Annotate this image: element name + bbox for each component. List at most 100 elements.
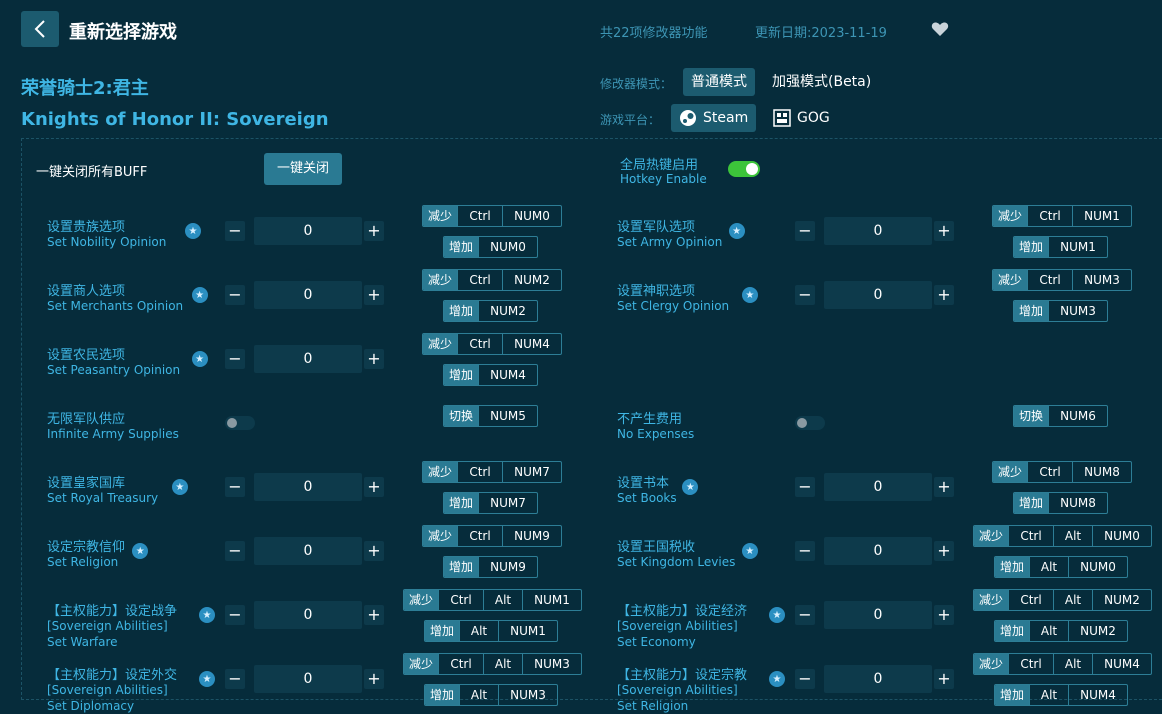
key-cap: NUM1	[1072, 206, 1131, 226]
increase-tag: 增加	[995, 685, 1030, 705]
decrease-button[interactable]: −	[225, 669, 245, 689]
value-field[interactable]: 0	[824, 601, 932, 629]
increase-tag: 增加	[1014, 301, 1049, 321]
item-label-en: Infinite Army Supplies	[47, 427, 179, 441]
decrease-button[interactable]: −	[225, 349, 245, 369]
increase-button[interactable]: +	[364, 605, 384, 625]
toggle-switch[interactable]	[225, 416, 255, 430]
increase-button[interactable]: +	[364, 349, 384, 369]
star-icon[interactable]: ★	[741, 543, 758, 559]
decrease-tag: 减少	[423, 270, 458, 290]
increase-button[interactable]: +	[934, 605, 954, 625]
star-icon[interactable]: ★	[191, 287, 208, 303]
decrease-button[interactable]: −	[225, 541, 245, 561]
key-cap: NUM7	[502, 462, 561, 482]
item-label-en: [Sovereign Abilities] Set Diplomacy	[47, 683, 168, 713]
value-field[interactable]: 0	[254, 601, 362, 629]
normal-mode-button[interactable]: 普通模式	[683, 68, 755, 96]
platform-gog-button[interactable]: GOG	[765, 104, 838, 132]
item-label-cn: 设置贵族选项	[47, 220, 126, 235]
item-label-cn: 设置神职选项	[617, 284, 696, 299]
item-label-en: Set Religion	[47, 555, 119, 569]
value-field[interactable]: 0	[254, 537, 362, 565]
value-field[interactable]: 0	[254, 217, 362, 245]
increase-button[interactable]: +	[934, 285, 954, 305]
increase-button[interactable]: +	[364, 669, 384, 689]
item-label-cn: 【主权能力】设定宗教	[617, 668, 748, 683]
item-label-cn: 【主权能力】设定经济	[617, 604, 748, 619]
decrease-button[interactable]: −	[225, 285, 245, 305]
key-cap: Ctrl	[457, 462, 502, 482]
increase-button[interactable]: +	[934, 477, 954, 497]
enhanced-mode-button[interactable]: 加强模式(Beta)	[764, 68, 879, 96]
decrease-tag: 减少	[993, 462, 1028, 482]
key-cap: Ctrl	[1027, 462, 1072, 482]
star-icon[interactable]: ★	[728, 223, 745, 239]
heart-icon[interactable]	[931, 20, 949, 38]
increase-button[interactable]: +	[364, 541, 384, 561]
hotkey-toggle[interactable]	[728, 161, 760, 177]
decrease-tag: 减少	[993, 206, 1028, 226]
key-cap: Alt	[1029, 621, 1068, 641]
star-icon[interactable]: ★	[171, 479, 188, 495]
key-cap: Alt	[459, 621, 498, 641]
platform-gog-label: GOG	[797, 110, 830, 126]
key-cap: Ctrl	[438, 590, 483, 610]
hotkey-decrease-row: 减少 Ctrl NUM3	[992, 269, 1133, 291]
increase-button[interactable]: +	[934, 669, 954, 689]
star-icon[interactable]: ★	[769, 671, 785, 687]
close-all-button[interactable]: 一键关闭	[264, 153, 342, 185]
increase-button[interactable]: +	[934, 541, 954, 561]
value-field[interactable]: 0	[824, 537, 932, 565]
key-cap: Ctrl	[1008, 654, 1053, 674]
decrease-button[interactable]: −	[795, 541, 815, 561]
value-field[interactable]: 0	[824, 217, 932, 245]
back-button[interactable]	[21, 11, 59, 47]
close-all-label: 一键关闭所有BUFF	[36, 165, 148, 180]
decrease-button[interactable]: −	[795, 477, 815, 497]
star-icon[interactable]: ★	[769, 607, 785, 623]
item-label-cn: 设置皇家国库	[47, 476, 126, 491]
decrease-button[interactable]: −	[795, 285, 815, 305]
hotkey-decrease-row: 减少 Ctrl Alt NUM0	[973, 525, 1153, 547]
star-icon[interactable]: ★	[191, 351, 208, 367]
star-icon[interactable]: ★	[199, 671, 215, 687]
value-field[interactable]: 0	[254, 473, 362, 501]
item-label-cn: 设置书本	[617, 476, 670, 491]
value-field[interactable]: 0	[824, 665, 932, 693]
star-icon[interactable]: ★	[199, 607, 215, 623]
decrease-button[interactable]: −	[225, 477, 245, 497]
platform-steam-button[interactable]: Steam	[671, 104, 757, 132]
value-field[interactable]: 0	[254, 665, 362, 693]
decrease-tag: 减少	[423, 462, 458, 482]
increase-tag: 增加	[444, 365, 479, 385]
key-cap: NUM2	[1092, 590, 1151, 610]
toggle-switch[interactable]	[795, 416, 825, 430]
key-cap: Alt	[1029, 557, 1068, 577]
decrease-button[interactable]: −	[795, 605, 815, 625]
key-cap: NUM3	[522, 654, 581, 674]
key-cap: NUM5	[478, 406, 537, 426]
increase-button[interactable]: +	[364, 221, 384, 241]
hotkey-decrease-row: 减少 Ctrl NUM2	[422, 269, 563, 291]
update-date: 更新日期:2023-11-19	[755, 26, 887, 41]
decrease-tag: 减少	[423, 526, 458, 546]
increase-button[interactable]: +	[364, 285, 384, 305]
value-field[interactable]: 0	[254, 281, 362, 309]
item-label-cn: 【主权能力】设定战争	[47, 604, 178, 619]
platform-steam-label: Steam	[703, 110, 749, 126]
decrease-button[interactable]: −	[225, 605, 245, 625]
key-cap: NUM4	[502, 334, 561, 354]
star-icon[interactable]: ★	[741, 287, 758, 303]
decrease-button[interactable]: −	[795, 669, 815, 689]
value-field[interactable]: 0	[824, 473, 932, 501]
decrease-button[interactable]: −	[795, 221, 815, 241]
value-field[interactable]: 0	[254, 345, 362, 373]
star-icon[interactable]: ★	[185, 223, 201, 239]
increase-button[interactable]: +	[934, 221, 954, 241]
increase-button[interactable]: +	[364, 477, 384, 497]
decrease-button[interactable]: −	[225, 221, 245, 241]
hotkey-label-en: Hotkey Enable	[620, 172, 707, 186]
key-cap: Ctrl	[457, 270, 502, 290]
value-field[interactable]: 0	[824, 281, 932, 309]
